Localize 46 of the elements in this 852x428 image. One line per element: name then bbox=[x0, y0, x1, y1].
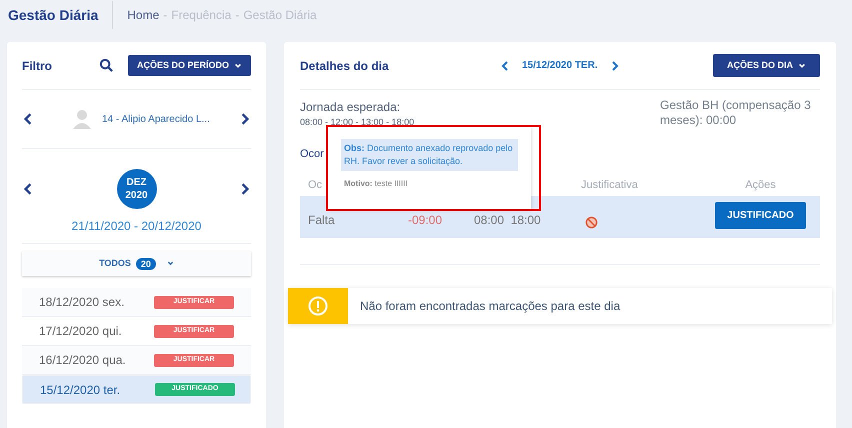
search-icon[interactable] bbox=[98, 58, 114, 73]
caret-icon[interactable] bbox=[798, 62, 806, 70]
next-employee-icon[interactable] bbox=[239, 112, 251, 126]
avatar-icon bbox=[72, 108, 92, 130]
day-actions-button[interactable]: AÇÕES DO DIA bbox=[712, 54, 820, 77]
warning-icon bbox=[308, 296, 328, 316]
next-month-icon[interactable] bbox=[239, 182, 251, 196]
table-cell-text: -09:00 bbox=[408, 212, 444, 229]
previous-month-icon[interactable] bbox=[22, 182, 34, 196]
day-date: 16/12/2020 qua. bbox=[38, 352, 127, 369]
year-label: 2020 bbox=[125, 189, 148, 202]
breadcrumb-separator: - bbox=[163, 7, 168, 24]
hour-bank: Gestão BH (compensação 3 meses): 00:00 bbox=[660, 98, 812, 129]
day-date: 18/12/2020 sex. bbox=[38, 294, 126, 311]
expected-hours: 08:00 - 12:00 - 13:00 - 18:00 bbox=[300, 116, 414, 129]
observation-note: Obs: Documento anexado reprovado pelo RH. Favor rever a solicitação. bbox=[341, 139, 518, 171]
occurrences-title: Ocor bbox=[300, 146, 324, 162]
table-cell-text: 08:00 18:00 bbox=[474, 212, 542, 229]
page-title: Gestão Diária bbox=[8, 1, 114, 29]
breadcrumb-link[interactable]: Home bbox=[127, 6, 160, 24]
period-actions-button[interactable]: AÇÕES DO PERÍODO bbox=[128, 55, 251, 76]
justified-button[interactable]: JUSTIFICADO bbox=[715, 202, 806, 229]
breadcrumb-separator: - bbox=[235, 7, 240, 24]
caret-icon[interactable] bbox=[234, 62, 242, 70]
month-label: DEZ bbox=[126, 176, 146, 189]
details-title: Detalhes do dia bbox=[300, 58, 390, 74]
filter-dropdown[interactable]: TODOS 20 bbox=[22, 251, 251, 276]
expected-label: Jornada esperada: bbox=[300, 99, 402, 116]
reason-text: Motivo: teste IIIIII bbox=[343, 178, 409, 190]
caret-icon[interactable] bbox=[166, 260, 174, 267]
current-date: 15/12/2020 TER. bbox=[522, 59, 598, 73]
previous-day-icon[interactable] bbox=[500, 60, 510, 72]
prohibited-icon bbox=[585, 216, 598, 229]
column-header: Oc bbox=[308, 178, 322, 193]
column-header: Justificativa bbox=[581, 178, 638, 193]
previous-employee-icon[interactable] bbox=[22, 112, 34, 126]
table-cell-text: Falta bbox=[307, 212, 336, 229]
filter-title: Filtro bbox=[22, 58, 52, 74]
period-range: 21/11/2020 - 20/12/2020 bbox=[72, 218, 202, 235]
next-day-icon[interactable] bbox=[610, 60, 620, 72]
column-header: Ações bbox=[745, 178, 776, 193]
day-date: 17/12/2020 qui. bbox=[38, 323, 123, 340]
alert-message: Não foram encontradas marcações para este dia bbox=[360, 298, 620, 315]
count-badge: 20 bbox=[136, 258, 156, 270]
employee-name: 14 - Alipio Aparecido L... bbox=[102, 112, 210, 126]
day-date: 15/12/2020 ter. bbox=[39, 382, 122, 398]
